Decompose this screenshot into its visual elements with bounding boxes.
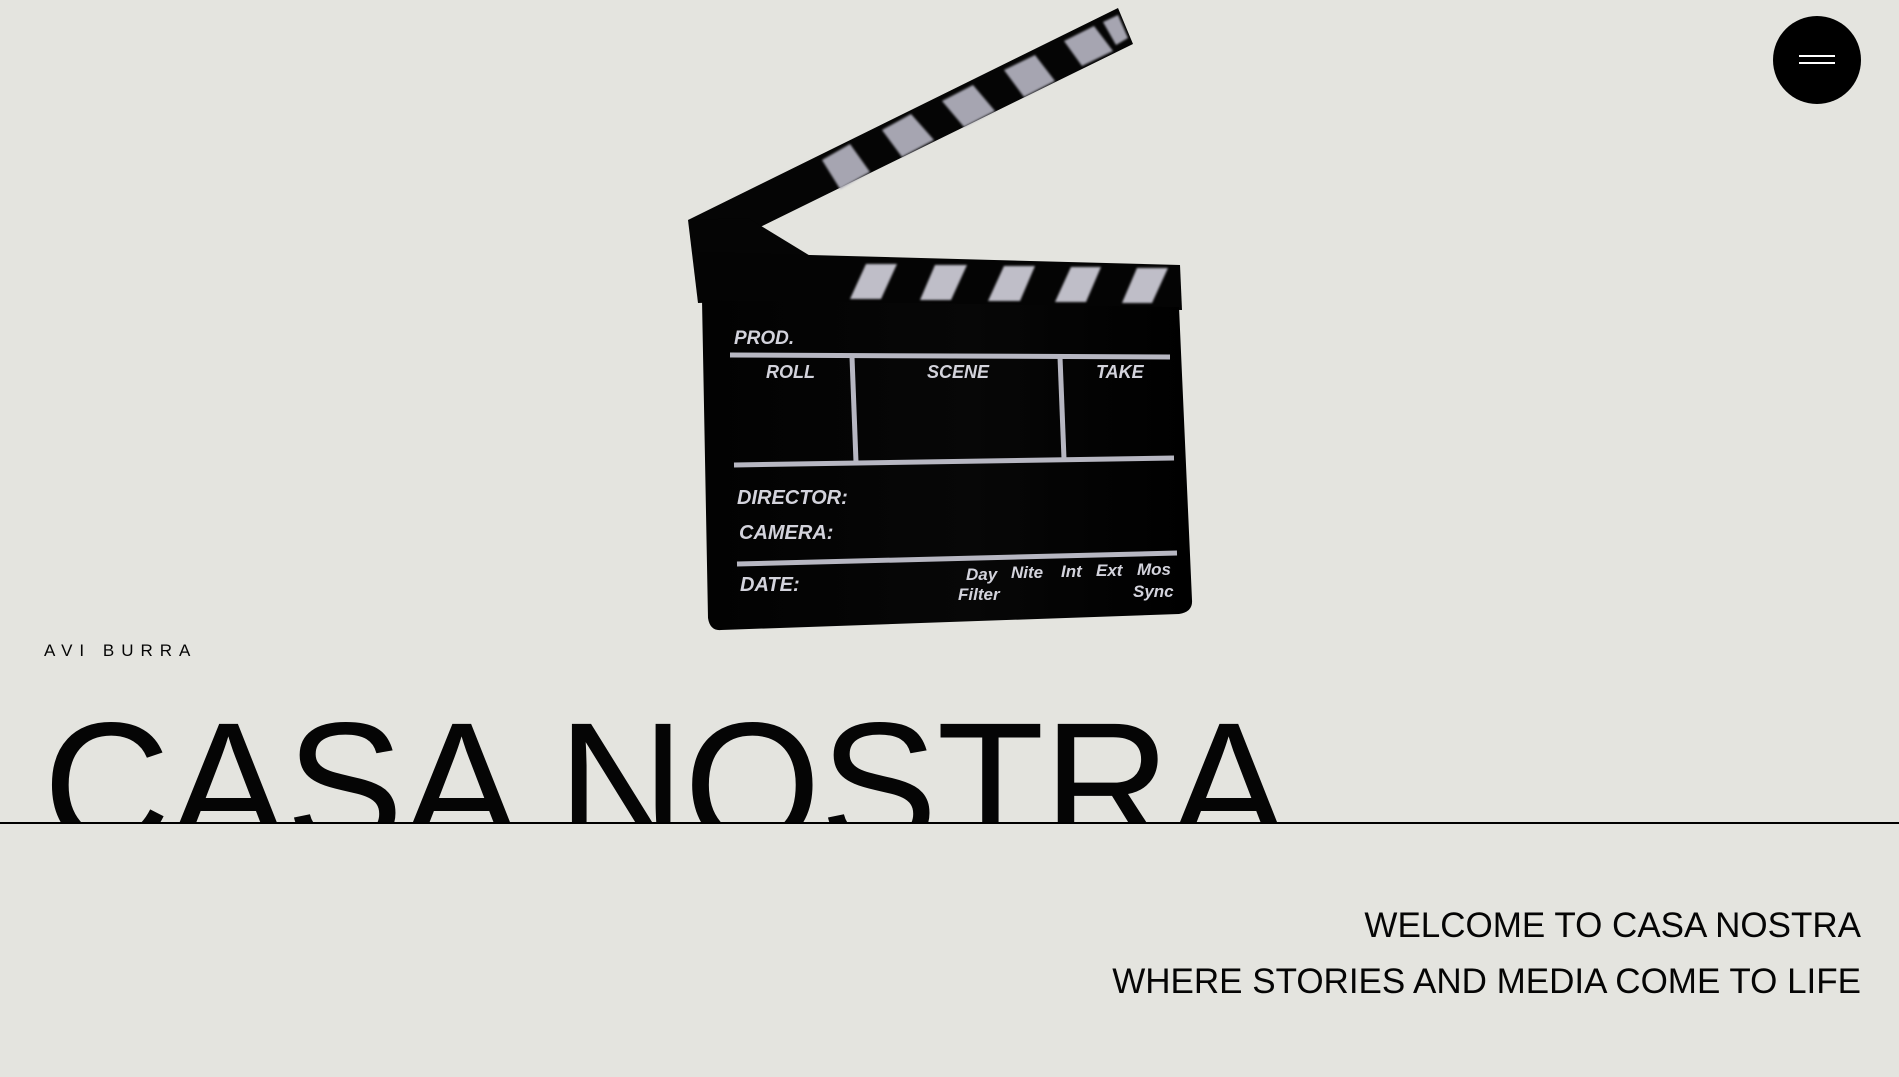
nite-label: Nite bbox=[1011, 563, 1043, 582]
clapper-board: PROD. ROLL SCENE TAKE DIRECTOR: CAMERA: … bbox=[702, 300, 1193, 631]
author-name: AVI BURRA bbox=[44, 641, 198, 660]
ext-label: Ext bbox=[1096, 561, 1124, 580]
menu-button[interactable] bbox=[1773, 16, 1861, 104]
landing-page: PROD. ROLL SCENE TAKE DIRECTOR: CAMERA: … bbox=[0, 0, 1899, 1077]
take-label: TAKE bbox=[1096, 362, 1145, 382]
date-label: DATE: bbox=[740, 574, 800, 596]
clapper-arm bbox=[688, 8, 1133, 231]
int-label: Int bbox=[1061, 562, 1083, 581]
scene-label: SCENE bbox=[927, 362, 990, 382]
welcome-heading: WELCOME TO CASA NOSTRA bbox=[1364, 906, 1861, 945]
clapperboard-icon: PROD. ROLL SCENE TAKE DIRECTOR: CAMERA: … bbox=[688, 8, 1193, 631]
hero-title: CASA NOSTRA bbox=[43, 685, 1287, 823]
menu-line-bottom bbox=[1799, 62, 1835, 64]
camera-label: CAMERA: bbox=[739, 522, 833, 544]
welcome-subheading: WHERE STORIES AND MEDIA COME TO LIFE bbox=[1112, 962, 1861, 1001]
sync-label: Sync bbox=[1133, 582, 1174, 601]
horizontal-divider bbox=[0, 822, 1899, 824]
hamburger-menu-icon[interactable] bbox=[1799, 55, 1835, 65]
prod-label: PROD. bbox=[734, 328, 794, 349]
roll-label: ROLL bbox=[766, 362, 815, 382]
mos-label: Mos bbox=[1137, 560, 1171, 579]
director-label: DIRECTOR: bbox=[737, 487, 848, 509]
day-label: Day bbox=[966, 565, 999, 584]
hero-title-mask: CASA NOSTRA bbox=[0, 683, 1899, 823]
menu-line-top bbox=[1799, 55, 1835, 57]
filter-label: Filter bbox=[958, 585, 1001, 604]
intro-text: WELCOME TO CASA NOSTRA WHERE STORIES AND… bbox=[1112, 898, 1861, 1010]
